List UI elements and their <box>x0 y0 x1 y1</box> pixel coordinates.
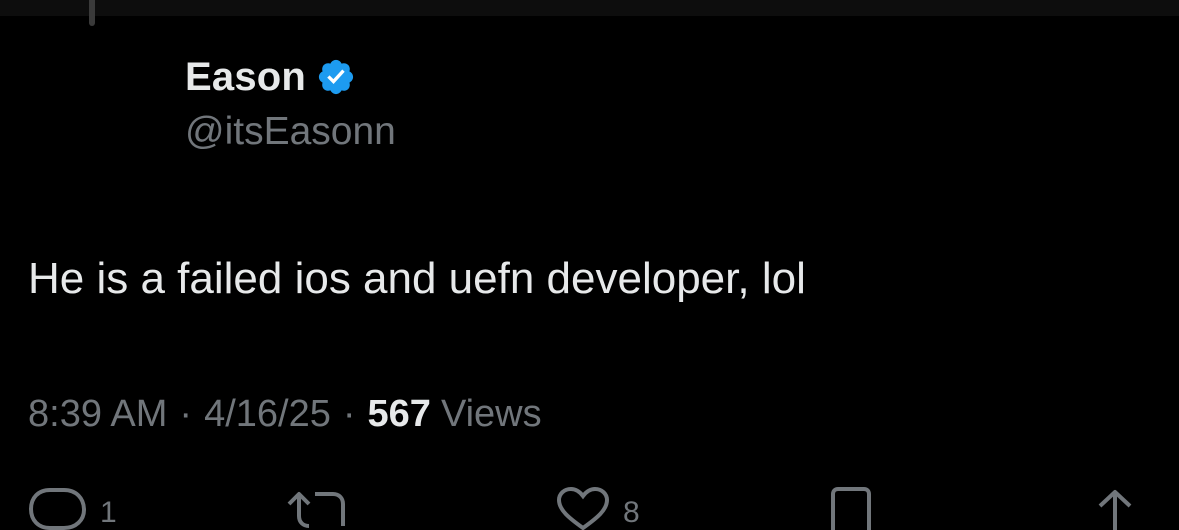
post-date[interactable]: 4/16/25 <box>204 393 331 436</box>
reply-icon <box>28 486 88 530</box>
repost-button[interactable] <box>285 486 349 530</box>
post-time[interactable]: 8:39 AM <box>28 393 167 436</box>
post-text: He is a failed ios and uefn developer, l… <box>28 254 806 303</box>
views-label[interactable]: Views <box>441 393 542 436</box>
author-row[interactable]: Eason <box>185 52 356 102</box>
share-icon <box>1090 486 1140 530</box>
action-bar: 1 8 <box>0 486 1179 530</box>
views-count[interactable]: 567 <box>368 393 431 436</box>
post-metadata: 8:39 AM · 4/16/25 · 567 Views <box>28 393 542 436</box>
separator-dot: · <box>179 393 193 435</box>
heart-icon <box>555 486 611 530</box>
separator-dot: · <box>342 393 356 435</box>
like-button[interactable]: 8 <box>555 486 640 530</box>
share-button[interactable] <box>1090 486 1140 530</box>
reply-count: 1 <box>100 496 117 529</box>
author-handle[interactable]: @itsEasonn <box>185 110 396 154</box>
bookmark-button[interactable] <box>827 486 875 530</box>
bookmark-icon <box>827 486 875 530</box>
verified-badge-icon[interactable] <box>316 57 356 97</box>
author-display-name[interactable]: Eason <box>185 55 306 100</box>
previous-post-strip <box>0 0 1179 16</box>
thread-connector-line <box>89 0 95 26</box>
repost-icon <box>285 486 349 530</box>
reply-button[interactable]: 1 <box>28 486 117 530</box>
like-count: 8 <box>623 496 640 529</box>
